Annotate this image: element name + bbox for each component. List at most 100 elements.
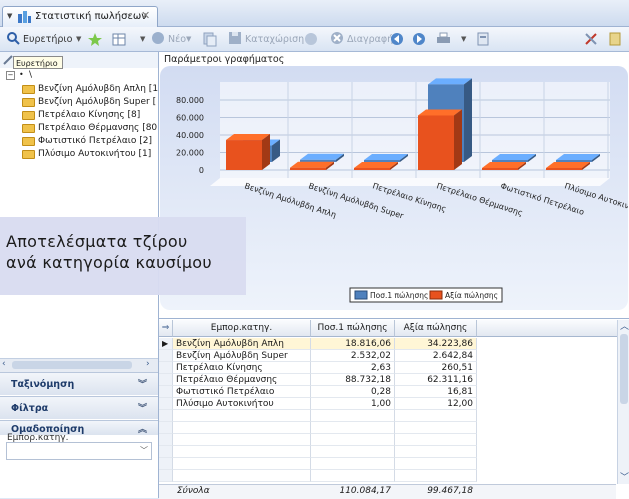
- scroll-down-icon[interactable]: ﹀: [620, 470, 629, 483]
- tree-item[interactable]: Βενζίνη Αμόλυβδη Απλη [1: [22, 83, 158, 95]
- cell-value[interactable]: 260,51: [395, 362, 477, 374]
- empty-cell[interactable]: [311, 434, 395, 446]
- empty-cell[interactable]: [311, 470, 395, 482]
- row-header[interactable]: [159, 446, 173, 458]
- legend-label-series-2: Αξία πώλησης: [445, 291, 498, 300]
- cell-quantity[interactable]: 1,00: [311, 398, 395, 410]
- row-header[interactable]: [159, 362, 173, 374]
- tools-icon[interactable]: [584, 30, 598, 48]
- empty-cell[interactable]: [173, 410, 311, 422]
- empty-cell[interactable]: [395, 434, 477, 446]
- cell-category[interactable]: Πετρέλαιο Κίνησης: [173, 362, 311, 374]
- filters-section-header[interactable]: Φίλτρα ︾: [0, 396, 158, 419]
- scroll-up-icon[interactable]: ︿: [620, 319, 629, 332]
- cell-category[interactable]: Βενζίνη Αμόλυβδη Super: [173, 350, 311, 362]
- tree-root-label[interactable]: \: [29, 70, 32, 80]
- filters-section-label: Φίλτρα: [11, 403, 49, 414]
- column-header-category[interactable]: Εμπορ.κατηγ.: [173, 320, 311, 337]
- cell-value[interactable]: 16,81: [395, 386, 477, 398]
- index-button[interactable]: Ευρετήριο: [6, 30, 72, 48]
- cell-quantity[interactable]: 2.532,02: [311, 350, 395, 362]
- empty-cell[interactable]: [173, 434, 311, 446]
- row-header[interactable]: [159, 350, 173, 362]
- cell-category[interactable]: Πετρέλαιο Θέρμανσης: [173, 374, 311, 386]
- empty-cell[interactable]: [311, 422, 395, 434]
- cell-quantity[interactable]: 88.732,18: [311, 374, 395, 386]
- empty-cell[interactable]: [173, 446, 311, 458]
- index-dropdown-arrow-icon[interactable]: ▼: [76, 30, 81, 48]
- empty-cell[interactable]: [173, 470, 311, 482]
- cell-quantity[interactable]: 18.816,06: [311, 338, 395, 350]
- bar-series-2: [482, 168, 518, 170]
- row-header[interactable]: [159, 470, 173, 482]
- row-header[interactable]: [159, 410, 173, 422]
- grouping-select[interactable]: ﹀: [6, 442, 152, 460]
- empty-cell[interactable]: [395, 446, 477, 458]
- tree-item[interactable]: Φωτιστικό Πετρέλαιο [2]: [22, 135, 152, 147]
- folder-icon: [22, 123, 35, 133]
- current-row-indicator-icon[interactable]: ▶: [159, 338, 173, 350]
- cell-quantity[interactable]: 0,28: [311, 386, 395, 398]
- cell-category[interactable]: Πλύσιμο Αυτοκινήτου: [173, 398, 311, 410]
- scroll-thumb[interactable]: [620, 334, 628, 404]
- next-record-icon[interactable]: [412, 30, 426, 48]
- row-header[interactable]: [159, 374, 173, 386]
- tree-item[interactable]: Βενζίνη Αμόλυβδη Super [: [22, 96, 156, 108]
- empty-cell[interactable]: [173, 422, 311, 434]
- sort-section-header[interactable]: Ταξινόμηση ︾: [0, 372, 158, 395]
- print-dropdown-arrow-icon[interactable]: ▼: [461, 30, 466, 48]
- empty-cell[interactable]: [311, 410, 395, 422]
- grid-corner[interactable]: ⇒: [159, 320, 173, 337]
- info-icon[interactable]: [608, 30, 622, 48]
- cell-value[interactable]: 62.311,16: [395, 374, 477, 386]
- chart-parameters-label[interactable]: Παράμετροι γραφήματος: [164, 54, 284, 65]
- cell-value[interactable]: 2.642,84: [395, 350, 477, 362]
- grid-view-icon[interactable]: [112, 30, 127, 48]
- empty-cell[interactable]: [395, 410, 477, 422]
- tree-item[interactable]: Πλύσιμο Αυτοκινήτου [1]: [22, 148, 151, 160]
- empty-cell[interactable]: [395, 422, 477, 434]
- tree-horizontal-scrollbar[interactable]: ‹ ›: [0, 358, 158, 372]
- cell-category[interactable]: Φωτιστικό Πετρέλαιο: [173, 386, 311, 398]
- caption-line-2: ανά κατηγορία καυσίμου: [6, 253, 212, 272]
- close-tab-icon[interactable]: ✕: [141, 9, 150, 22]
- row-header[interactable]: [159, 434, 173, 446]
- column-header-quantity[interactable]: Ποσ.1 πώλησης: [311, 320, 395, 337]
- caption-text: Αποτελέσματα τζίρου ανά κατηγορία καυσίμ…: [6, 231, 212, 273]
- tree-collapse-icon[interactable]: −: [6, 71, 15, 80]
- empty-cell[interactable]: [311, 446, 395, 458]
- new-button[interactable]: Νέο: [151, 30, 186, 48]
- copy-icon[interactable]: [202, 30, 217, 48]
- new-dropdown-arrow-icon[interactable]: ▼: [186, 30, 191, 48]
- empty-cell[interactable]: [311, 458, 395, 470]
- column-header-value[interactable]: Αξία πώλησης: [395, 320, 477, 337]
- row-header[interactable]: [159, 458, 173, 470]
- view-dropdown-arrow-icon[interactable]: ▼: [140, 30, 145, 48]
- empty-cell[interactable]: [395, 458, 477, 470]
- previous-record-icon[interactable]: [390, 30, 404, 48]
- star-add-icon[interactable]: [88, 30, 103, 48]
- save-button[interactable]: Καταχώριση: [228, 30, 304, 48]
- export-icon[interactable]: [476, 30, 490, 48]
- cell-category[interactable]: Βενζίνη Αμόλυβδη Απλη: [173, 338, 311, 350]
- cell-quantity[interactable]: 2,63: [311, 362, 395, 374]
- row-header[interactable]: [159, 398, 173, 410]
- scroll-left-icon[interactable]: ‹: [2, 359, 6, 369]
- tree-item[interactable]: Πετρέλαιο Θέρμανσης [80: [22, 122, 157, 134]
- scroll-thumb[interactable]: [12, 361, 132, 369]
- legend-label-series-1: Ποσ.1 πώλησης: [370, 291, 428, 300]
- row-header[interactable]: [159, 422, 173, 434]
- tab-sales-statistics[interactable]: ▼ Στατιστική πωλήσεων ✕: [2, 6, 158, 27]
- empty-cell[interactable]: [395, 470, 477, 482]
- dropdown-arrow-icon[interactable]: ▼: [7, 12, 12, 20]
- scroll-right-icon[interactable]: ›: [146, 359, 150, 369]
- delete-button[interactable]: Διαγραφή: [330, 30, 393, 48]
- print-icon[interactable]: [436, 30, 451, 48]
- cell-value[interactable]: 12,00: [395, 398, 477, 410]
- empty-cell[interactable]: [173, 458, 311, 470]
- grid-vertical-scrollbar[interactable]: ︿ ﹀: [617, 320, 629, 484]
- row-header[interactable]: [159, 386, 173, 398]
- refresh-icon[interactable]: [304, 30, 318, 48]
- tree-item[interactable]: Πετρέλαιο Κίνησης [8]: [22, 109, 140, 121]
- cell-value[interactable]: 34.223,86: [395, 338, 477, 350]
